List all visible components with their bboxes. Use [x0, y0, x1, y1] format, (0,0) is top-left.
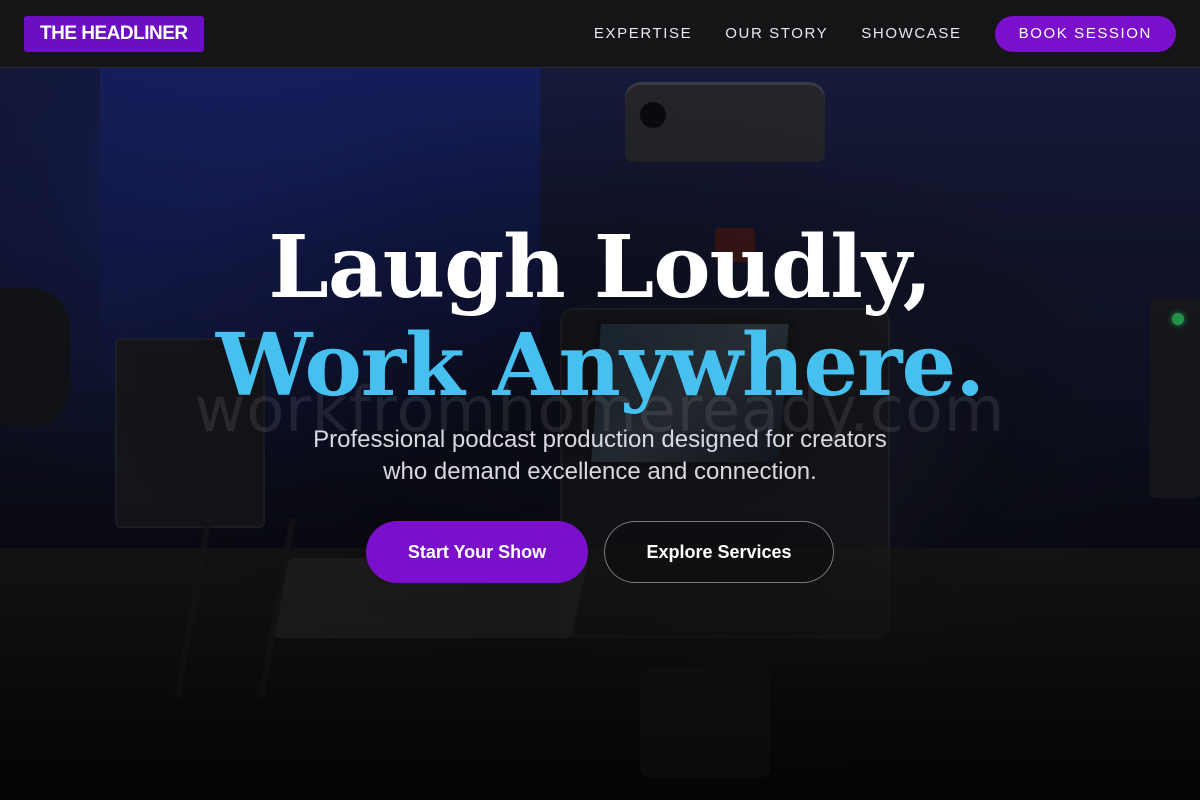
- nav-links: EXPERTISE OUR STORY SHOWCASE BOOK SESSIO…: [594, 15, 1176, 52]
- book-session-button[interactable]: BOOK SESSION: [994, 15, 1176, 52]
- hero-cta-row: Start Your Show Explore Services: [0, 521, 1200, 583]
- explore-services-button[interactable]: Explore Services: [604, 521, 834, 583]
- top-navbar: THE HEADLINER EXPERTISE OUR STORY SHOWCA…: [0, 0, 1200, 68]
- site-logo[interactable]: THE HEADLINER: [24, 15, 204, 52]
- nav-link-showcase[interactable]: SHOWCASE: [861, 25, 961, 42]
- hero-headline-line2: Work Anywhere.: [215, 315, 985, 416]
- hero-headline-line1: Laugh Loudly,: [268, 217, 932, 318]
- nav-link-our-story[interactable]: OUR STORY: [725, 25, 828, 42]
- hero-subtext-line1: Professional podcast production designed…: [313, 426, 887, 453]
- page: THE HEADLINER EXPERTISE OUR STORY SHOWCA…: [0, 0, 1200, 800]
- start-your-show-button[interactable]: Start Your Show: [366, 521, 588, 583]
- hero-subtext: Professional podcast production designed…: [300, 424, 900, 488]
- nav-link-expertise[interactable]: EXPERTISE: [594, 25, 692, 42]
- hero-section: workfromhomeready.com Laugh Loudly, Work…: [0, 68, 1200, 800]
- hero-subtext-line2: who demand excellence and connection.: [383, 458, 817, 485]
